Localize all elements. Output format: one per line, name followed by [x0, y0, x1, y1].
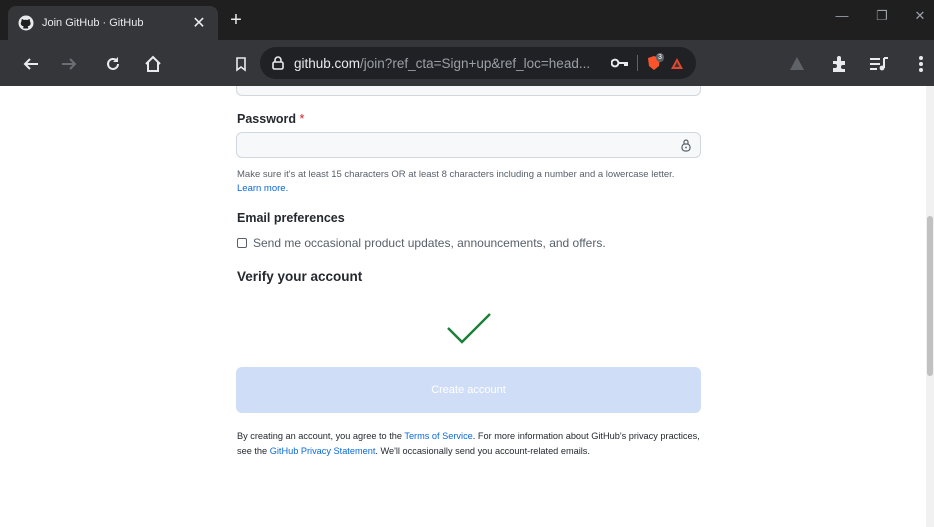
create-account-button[interactable]: Create account	[236, 367, 701, 413]
password-reveal-icon[interactable]	[680, 138, 692, 152]
privacy-statement-link[interactable]: GitHub Privacy Statement	[270, 446, 376, 456]
email-prefs-option[interactable]: Send me occasional product updates, anno…	[237, 236, 606, 250]
terms-of-service-link[interactable]: Terms of Service	[404, 431, 472, 441]
brave-rewards-triangle-icon[interactable]	[670, 57, 684, 70]
forward-icon[interactable]	[58, 53, 80, 75]
legal-text: By creating an account, you agree to the…	[237, 429, 707, 459]
page-content: Password * Make sure it's at least 15 ch…	[0, 86, 926, 527]
password-label-text: Password	[237, 112, 297, 126]
bookmark-icon[interactable]	[230, 53, 252, 75]
browser-tab[interactable]: Join GitHub · GitHub ✕	[8, 6, 218, 40]
password-hint: Make sure it's at least 15 characters OR…	[237, 168, 707, 196]
github-icon	[18, 15, 34, 31]
learn-more-link[interactable]: Learn more.	[237, 183, 288, 194]
scrollbar-thumb[interactable]	[927, 216, 933, 376]
previous-field-input[interactable]	[236, 86, 701, 96]
reload-icon[interactable]	[102, 53, 124, 75]
extensions-icon[interactable]	[828, 53, 850, 75]
url-text[interactable]: github.com/join?ref_cta=Sign+up&ref_loc=…	[294, 56, 603, 71]
password-input[interactable]	[236, 132, 701, 158]
email-prefs-checkbox-label[interactable]: Send me occasional product updates, anno…	[253, 236, 606, 250]
url-path: /join?ref_cta=Sign+up&ref_loc=head...	[360, 55, 591, 71]
password-label: Password *	[237, 112, 304, 126]
back-icon[interactable]	[20, 53, 42, 75]
window-minimize-button[interactable]: —	[832, 8, 852, 23]
tab-strip: Join GitHub · GitHub ✕ + — ❐ ✕	[0, 0, 934, 40]
new-tab-button[interactable]: +	[226, 10, 246, 30]
tab-close-icon[interactable]: ✕	[190, 13, 208, 33]
brave-rewards-icon[interactable]	[786, 53, 808, 75]
menu-icon[interactable]	[910, 53, 932, 75]
key-icon[interactable]	[611, 58, 629, 68]
required-marker: *	[299, 112, 305, 126]
email-prefs-checkbox[interactable]	[237, 238, 247, 248]
verified-check-icon	[444, 310, 494, 346]
reading-list-icon[interactable]	[868, 53, 890, 75]
home-icon[interactable]	[142, 53, 164, 75]
url-host: github.com	[294, 55, 361, 71]
shield-badge: 3	[656, 53, 664, 62]
address-bar[interactable]: github.com/join?ref_cta=Sign+up&ref_loc=…	[260, 47, 696, 79]
password-hint-text: Make sure it's at least 15 characters OR…	[237, 169, 675, 180]
lock-icon[interactable]	[272, 56, 284, 70]
verify-title: Verify your account	[237, 269, 363, 284]
legal-text-1: By creating an account, you agree to the	[237, 431, 405, 441]
window-restore-button[interactable]: ❐	[872, 8, 892, 24]
window-close-button[interactable]: ✕	[910, 8, 930, 24]
omnibox-divider	[637, 55, 638, 71]
brave-shield-icon[interactable]: 3	[646, 53, 664, 71]
tab-title: Join GitHub · GitHub	[42, 17, 144, 29]
legal-text-3: . We'll occasionally send you account-re…	[375, 446, 590, 456]
email-prefs-label: Email preferences	[237, 211, 345, 225]
page-scrollbar[interactable]	[926, 86, 934, 527]
